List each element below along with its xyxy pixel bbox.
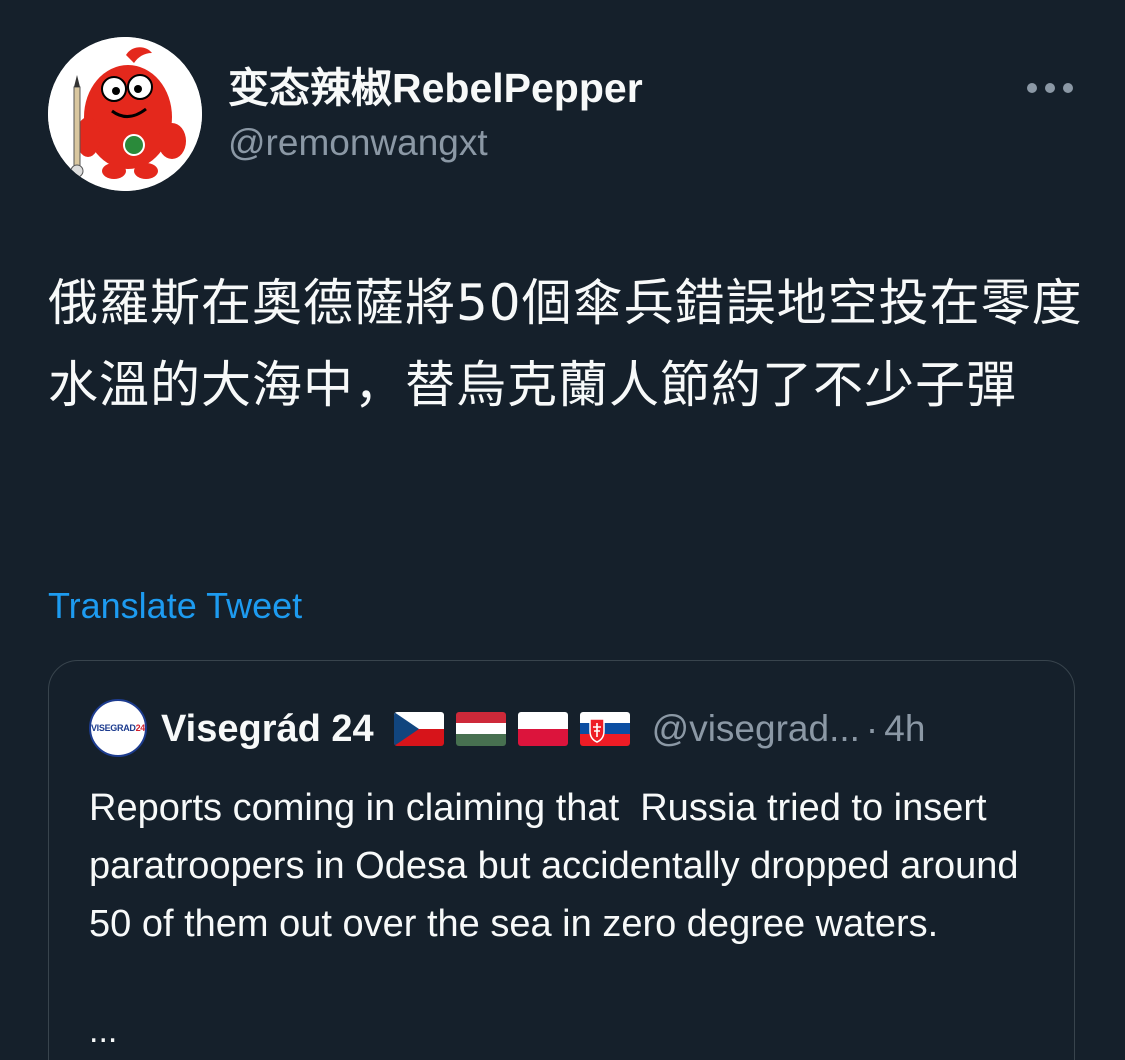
more-options-button[interactable] [1020, 68, 1080, 108]
separator-dot: · [865, 708, 879, 749]
ellipsis-icon [1027, 83, 1073, 93]
poland-flag-icon [517, 712, 568, 746]
visegrad-logo: VISEGRAD24 [90, 723, 146, 733]
quoted-tweet-text: Reports coming in claiming that Russia t… [89, 787, 1030, 945]
quoted-tweet-time[interactable]: 4h [884, 708, 925, 750]
quoted-tweet-header: Visegrád 24 @visegrad... · 4h [161, 701, 925, 757]
author-display-name[interactable]: 变态辣椒RebelPepper [228, 60, 643, 116]
author-handle[interactable]: @remonwangxt [228, 118, 488, 168]
translate-tweet-link[interactable]: Translate Tweet [48, 583, 302, 629]
quoted-author-handle[interactable]: @visegrad... [652, 708, 860, 750]
quoted-tweet-truncation: ... [89, 1012, 118, 1050]
czech-flag-icon [393, 712, 444, 746]
rebel-pepper-mascot-icon [48, 37, 202, 191]
quoted-author-display-name[interactable]: Visegrád 24 [161, 708, 374, 751]
author-avatar[interactable] [48, 37, 202, 191]
quoted-tweet-card[interactable]: VISEGRAD24 Visegrád 24 @visegrad... · 4h… [48, 660, 1075, 1060]
quoted-author-avatar[interactable]: VISEGRAD24 [89, 699, 147, 757]
hungary-flag-icon [455, 712, 506, 746]
slovakia-flag-icon [579, 712, 630, 746]
tweet-text: 俄羅斯在奧德薩將50個傘兵錯誤地空投在零度水溫的大海中，替烏克蘭人節約了不少子彈 [48, 274, 1083, 414]
